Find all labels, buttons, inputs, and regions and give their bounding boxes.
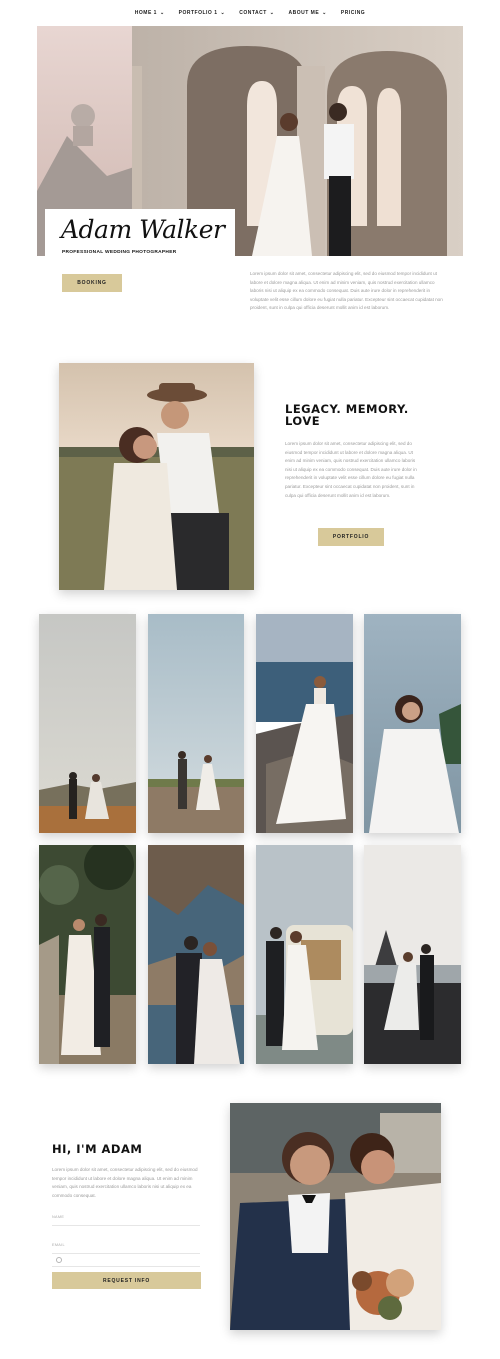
photographer-name-card: Adam Walker PROFESSIONAL WEDDING PHOTOGR… xyxy=(45,209,235,261)
gallery-photo-2[interactable] xyxy=(148,614,244,833)
calendar-icon[interactable] xyxy=(56,1257,62,1263)
name-field-label: NAME xyxy=(52,1215,65,1219)
photographer-name: Adam Walker xyxy=(61,215,225,244)
chevron-down-icon: ⌄ xyxy=(322,9,327,16)
nav-label-contact: CONTACT xyxy=(239,10,267,16)
chevron-down-icon: ⌄ xyxy=(220,9,226,16)
about-description: Lorem ipsum dolor sit amet, consectetur … xyxy=(52,1167,198,1198)
gallery-photo-8[interactable] xyxy=(364,845,461,1064)
request-info-button[interactable]: REQUEST INFO xyxy=(52,1272,201,1289)
nav-label-portfolio: PORTFOLIO 1 xyxy=(178,10,218,16)
legacy-description: Lorem ipsum dolor sit amet, consectetur … xyxy=(285,441,417,498)
about-title: HI, I'M ADAM xyxy=(52,1142,143,1156)
gallery-photo-6[interactable] xyxy=(148,845,244,1064)
portfolio-button[interactable]: PORTFOLIO xyxy=(318,528,384,546)
nav-item-contact[interactable]: CONTACT ⌄ xyxy=(232,10,281,16)
gallery-photo-3[interactable] xyxy=(256,614,353,833)
nav-label-about: ABOUT ME xyxy=(288,10,320,16)
chevron-down-icon: ⌄ xyxy=(159,9,165,16)
date-field[interactable] xyxy=(52,1266,200,1267)
nav-item-about[interactable]: ABOUT ME ⌄ xyxy=(281,10,333,16)
photographer-tagline: PROFESSIONAL WEDDING PHOTOGRAPHER xyxy=(62,250,177,255)
gallery-photo-1[interactable] xyxy=(39,614,136,833)
gallery-photo-7[interactable] xyxy=(256,845,353,1064)
nav-label-pricing: PRICING xyxy=(340,10,366,16)
chevron-down-icon: ⌄ xyxy=(269,9,275,16)
legacy-title: LEGACY. MEMORY. LOVE xyxy=(285,402,409,428)
nav-label-home: HOME 1 xyxy=(134,10,157,16)
legacy-couple-photo xyxy=(59,363,254,590)
nav-item-pricing[interactable]: PRICING xyxy=(334,10,372,16)
about-couple-photo xyxy=(230,1103,441,1330)
email-field[interactable] xyxy=(52,1253,200,1254)
hero-description: Lorem ipsum dolor sit amet, consectetur … xyxy=(250,271,443,311)
nav-item-home[interactable]: HOME 1 ⌄ xyxy=(128,10,172,16)
gallery-photo-5[interactable] xyxy=(39,845,136,1064)
main-navigation: HOME 1 ⌄ PORTFOLIO 1 ⌄ CONTACT ⌄ ABOUT ME ⌄ … xyxy=(0,0,500,26)
gallery-photo-4[interactable] xyxy=(364,614,461,833)
name-field[interactable] xyxy=(52,1225,200,1226)
booking-button[interactable]: BOOKING xyxy=(62,274,122,292)
nav-item-portfolio[interactable]: PORTFOLIO 1 ⌄ xyxy=(172,10,233,16)
email-field-label: EMAIL xyxy=(52,1243,65,1247)
